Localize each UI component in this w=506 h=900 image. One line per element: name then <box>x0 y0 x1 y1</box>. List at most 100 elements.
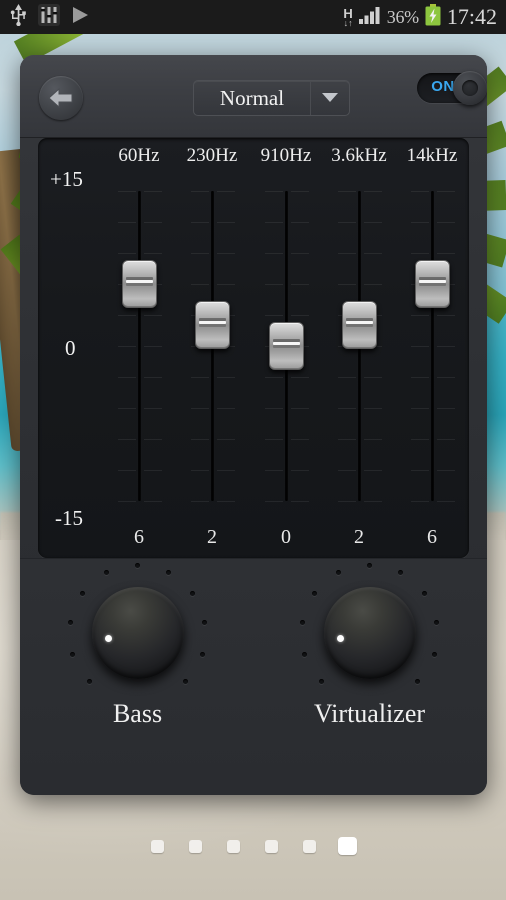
band-slider-tick <box>144 346 162 347</box>
band-slider-tick <box>411 501 429 502</box>
band-slider-tick <box>437 315 455 316</box>
knob-scale-dot <box>190 590 195 596</box>
band-slider-thumb-0[interactable] <box>122 260 157 308</box>
band-slider-tick <box>265 253 283 254</box>
band-slider-tick <box>118 470 136 471</box>
band-slider-tick <box>338 253 356 254</box>
page-dot[interactable] <box>227 840 240 853</box>
band-slider-tick <box>364 470 382 471</box>
band-slider-thumb-1[interactable] <box>195 301 230 349</box>
status-bar-right: H ↓↑ 36% 17:42 <box>343 3 506 31</box>
band-slider-tick <box>265 439 283 440</box>
band-slider-tick <box>118 377 136 378</box>
preset-dropdown[interactable]: Normal <box>193 80 350 116</box>
band-slider-tick <box>217 501 235 502</box>
band-slider-tick <box>437 439 455 440</box>
band-slider-tick <box>364 439 382 440</box>
band-slider-tick <box>338 501 356 502</box>
equalizer-toggle[interactable]: ON <box>417 71 487 105</box>
band-slider-tick <box>291 439 309 440</box>
band-slider-tick <box>191 439 209 440</box>
play-icon <box>70 5 90 30</box>
band-slider-tick <box>437 501 455 502</box>
band-slider-tick <box>118 408 136 409</box>
knob-scale-dot <box>415 678 421 684</box>
band-slider-tick <box>338 284 356 285</box>
band-slider-tick <box>411 346 429 347</box>
knob-scale-dot <box>135 562 140 568</box>
virtualizer-knob-group: Virtualizer <box>253 559 486 795</box>
preset-label: Normal <box>219 85 285 110</box>
virtualizer-knob[interactable] <box>323 587 416 679</box>
band-slider-tick <box>437 191 455 192</box>
knob-scale-dot <box>67 619 73 625</box>
band-slider-tick <box>291 315 309 316</box>
knob-scale-dot <box>202 619 208 625</box>
band-slider-tick <box>144 253 162 254</box>
band-slider-tick <box>338 470 356 471</box>
band-slider-tick <box>291 284 309 285</box>
knob-scale-dot <box>165 569 171 575</box>
back-button[interactable] <box>39 76 83 120</box>
band-slider-tick <box>364 501 382 502</box>
band-slider-tick <box>118 439 136 440</box>
battery-charging-icon <box>425 3 441 31</box>
band-slider-tick <box>364 284 382 285</box>
knob-scale-dot <box>79 590 85 596</box>
axis-label-max: +15 <box>50 167 83 191</box>
band-slider-tick <box>191 377 209 378</box>
page-dot[interactable] <box>151 840 164 853</box>
usb-icon <box>9 3 28 31</box>
page-dot-active[interactable] <box>338 837 357 855</box>
band-value-label-3: 2 <box>354 526 364 548</box>
band-slider-tick <box>265 191 283 192</box>
band-slider-tick <box>265 284 283 285</box>
band-slider-tick <box>217 408 235 409</box>
status-bar: H ↓↑ 36% 17:42 <box>0 0 506 34</box>
knob-scale-dot <box>367 562 372 568</box>
band-slider-tick <box>338 377 356 378</box>
band-slider-tick <box>411 470 429 471</box>
knob-scale-dot <box>70 651 76 657</box>
axis-label-zero: 0 <box>65 336 76 360</box>
band-value-label-1: 2 <box>207 526 217 548</box>
chevron-down-icon <box>311 93 349 103</box>
band-slider-tick <box>144 377 162 378</box>
band-slider-tick <box>338 191 356 192</box>
band-slider-tick <box>118 346 136 347</box>
band-slider-tick <box>291 408 309 409</box>
band-slider-tick <box>411 315 429 316</box>
band-freq-label-4: 14kHz <box>406 145 458 166</box>
band-slider-tick <box>144 439 162 440</box>
band-slider-thumb-4[interactable] <box>415 260 450 308</box>
band-slider-tick <box>291 501 309 502</box>
band-value-label-0: 6 <box>134 526 144 548</box>
page-dot[interactable] <box>303 840 316 853</box>
equalizer-app-icon <box>38 3 60 31</box>
knob-scale-dot <box>302 651 308 657</box>
page-dot[interactable] <box>189 840 202 853</box>
band-slider-tick <box>338 408 356 409</box>
page-dot[interactable] <box>265 840 278 853</box>
band-slider-tick <box>118 222 136 223</box>
band-slider-tick <box>291 470 309 471</box>
band-slider-tick <box>364 253 382 254</box>
toggle-knob[interactable] <box>453 71 487 105</box>
band-slider-tick <box>265 222 283 223</box>
band-slider-thumb-3[interactable] <box>342 301 377 349</box>
band-slider-track-4 <box>431 191 434 501</box>
knob-scale-dot <box>397 569 403 575</box>
band-slider-tick <box>437 377 455 378</box>
bass-knob-group: Bass <box>21 559 254 795</box>
band-slider-tick <box>144 501 162 502</box>
knob-scale-dot <box>104 569 110 575</box>
bass-knob[interactable] <box>91 587 184 679</box>
band-slider-tick <box>338 222 356 223</box>
band-slider-tick <box>217 439 235 440</box>
band-slider-tick <box>437 253 455 254</box>
band-slider-tick <box>118 315 136 316</box>
band-slider-tick <box>338 439 356 440</box>
band-slider-thumb-2[interactable] <box>269 322 304 370</box>
band-slider-tick <box>191 284 209 285</box>
equalizer-graph: 60Hz 230Hz 910Hz 3.6kHz 14kHz +15 0 -15 … <box>38 138 469 558</box>
